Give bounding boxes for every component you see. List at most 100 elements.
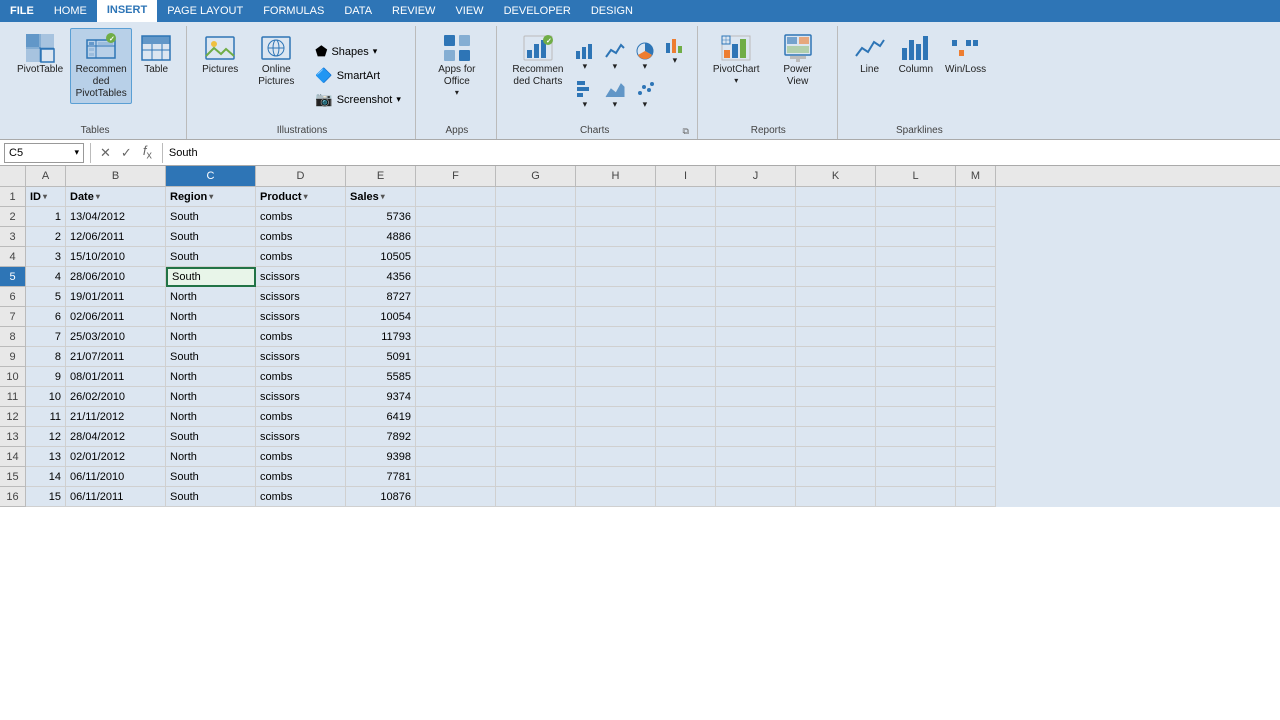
cell-a5[interactable]: 4: [26, 267, 66, 287]
cell-c11[interactable]: North: [166, 387, 256, 407]
cell-b13[interactable]: 28/04/2012: [66, 427, 166, 447]
cell-k8[interactable]: [796, 327, 876, 347]
col-header-j[interactable]: J: [716, 166, 796, 186]
cell-g10[interactable]: [496, 367, 576, 387]
cell-g6[interactable]: [496, 287, 576, 307]
cell-f13[interactable]: [416, 427, 496, 447]
filter-d1-icon[interactable]: ▾: [304, 192, 308, 201]
cancel-formula-button[interactable]: ✕: [97, 145, 114, 161]
cell-m12[interactable]: [956, 407, 996, 427]
cell-g11[interactable]: [496, 387, 576, 407]
filter-e1-icon[interactable]: ▾: [381, 192, 385, 201]
name-box-arrow[interactable]: ▾: [74, 147, 79, 158]
pivotchart-button[interactable]: PivotChart ▾: [708, 28, 765, 89]
cell-l11[interactable]: [876, 387, 956, 407]
cell-a11[interactable]: 10: [26, 387, 66, 407]
cell-f3[interactable]: [416, 227, 496, 247]
cell-m15[interactable]: [956, 467, 996, 487]
cell-k5[interactable]: [796, 267, 876, 287]
cell-g8[interactable]: [496, 327, 576, 347]
cell-l1[interactable]: [876, 187, 956, 207]
cell-b1[interactable]: Date ▾: [66, 187, 166, 207]
row-header-11[interactable]: 11: [0, 387, 26, 407]
cell-c4[interactable]: South: [166, 247, 256, 267]
charts-expand-icon[interactable]: ⧉: [682, 126, 688, 137]
cell-a9[interactable]: 8: [26, 347, 66, 367]
col-header-g[interactable]: G: [496, 166, 576, 186]
cell-d7[interactable]: scissors: [256, 307, 346, 327]
cell-a12[interactable]: 11: [26, 407, 66, 427]
cell-k12[interactable]: [796, 407, 876, 427]
cell-d9[interactable]: scissors: [256, 347, 346, 367]
cell-m11[interactable]: [956, 387, 996, 407]
cell-e3[interactable]: 4886: [346, 227, 416, 247]
recommended-charts-button[interactable]: ✓ Recommended Charts: [507, 28, 569, 92]
cell-h15[interactable]: [576, 467, 656, 487]
cell-d11[interactable]: scissors: [256, 387, 346, 407]
cell-k13[interactable]: [796, 427, 876, 447]
col-header-h[interactable]: H: [576, 166, 656, 186]
cell-m1[interactable]: [956, 187, 996, 207]
cell-b4[interactable]: 15/10/2010: [66, 247, 166, 267]
cell-h7[interactable]: [576, 307, 656, 327]
cell-c2[interactable]: South: [166, 207, 256, 227]
cell-c5[interactable]: South: [166, 267, 256, 287]
col-header-a[interactable]: A: [26, 166, 66, 186]
cell-h8[interactable]: [576, 327, 656, 347]
cell-k4[interactable]: [796, 247, 876, 267]
cell-c3[interactable]: South: [166, 227, 256, 247]
cell-d2[interactable]: combs: [256, 207, 346, 227]
col-header-f[interactable]: F: [416, 166, 496, 186]
cell-f1[interactable]: [416, 187, 496, 207]
row-header-3[interactable]: 3: [0, 227, 26, 247]
cell-c6[interactable]: North: [166, 287, 256, 307]
cell-m9[interactable]: [956, 347, 996, 367]
cell-m10[interactable]: [956, 367, 996, 387]
cell-b10[interactable]: 08/01/2011: [66, 367, 166, 387]
cell-h1[interactable]: [576, 187, 656, 207]
cell-d10[interactable]: combs: [256, 367, 346, 387]
cell-i6[interactable]: [656, 287, 716, 307]
cell-j12[interactable]: [716, 407, 796, 427]
cell-i10[interactable]: [656, 367, 716, 387]
cell-h13[interactable]: [576, 427, 656, 447]
cell-i16[interactable]: [656, 487, 716, 507]
cell-i13[interactable]: [656, 427, 716, 447]
pictures-button[interactable]: Pictures: [197, 28, 243, 80]
cell-i1[interactable]: [656, 187, 716, 207]
cell-h12[interactable]: [576, 407, 656, 427]
cell-m7[interactable]: [956, 307, 996, 327]
cell-e11[interactable]: 9374: [346, 387, 416, 407]
cell-a10[interactable]: 9: [26, 367, 66, 387]
cell-e5[interactable]: 4356: [346, 267, 416, 287]
cell-l3[interactable]: [876, 227, 956, 247]
row-header-13[interactable]: 13: [0, 427, 26, 447]
cell-i9[interactable]: [656, 347, 716, 367]
cell-f16[interactable]: [416, 487, 496, 507]
filter-c1-icon[interactable]: ▾: [209, 192, 213, 201]
cell-j2[interactable]: [716, 207, 796, 227]
other-charts-button[interactable]: ▾: [661, 32, 689, 69]
cell-k3[interactable]: [796, 227, 876, 247]
cell-e14[interactable]: 9398: [346, 447, 416, 467]
cell-f2[interactable]: [416, 207, 496, 227]
cell-h14[interactable]: [576, 447, 656, 467]
row-header-6[interactable]: 6: [0, 287, 26, 307]
cell-j3[interactable]: [716, 227, 796, 247]
recommended-pivottables-button[interactable]: ✓ Recommended PivotTables: [70, 28, 132, 104]
smartart-button[interactable]: 🔷 SmartArt: [309, 64, 407, 87]
cell-g12[interactable]: [496, 407, 576, 427]
cell-g5[interactable]: [496, 267, 576, 287]
cell-e15[interactable]: 7781: [346, 467, 416, 487]
cell-f12[interactable]: [416, 407, 496, 427]
cell-i2[interactable]: [656, 207, 716, 227]
cell-j6[interactable]: [716, 287, 796, 307]
cell-d13[interactable]: scissors: [256, 427, 346, 447]
cell-k15[interactable]: [796, 467, 876, 487]
cell-d15[interactable]: combs: [256, 467, 346, 487]
cell-g1[interactable]: [496, 187, 576, 207]
cell-b16[interactable]: 06/11/2011: [66, 487, 166, 507]
cell-i12[interactable]: [656, 407, 716, 427]
filter-a1-icon[interactable]: ▾: [43, 192, 47, 201]
shapes-button[interactable]: ⬟ Shapes ▾: [309, 40, 407, 63]
